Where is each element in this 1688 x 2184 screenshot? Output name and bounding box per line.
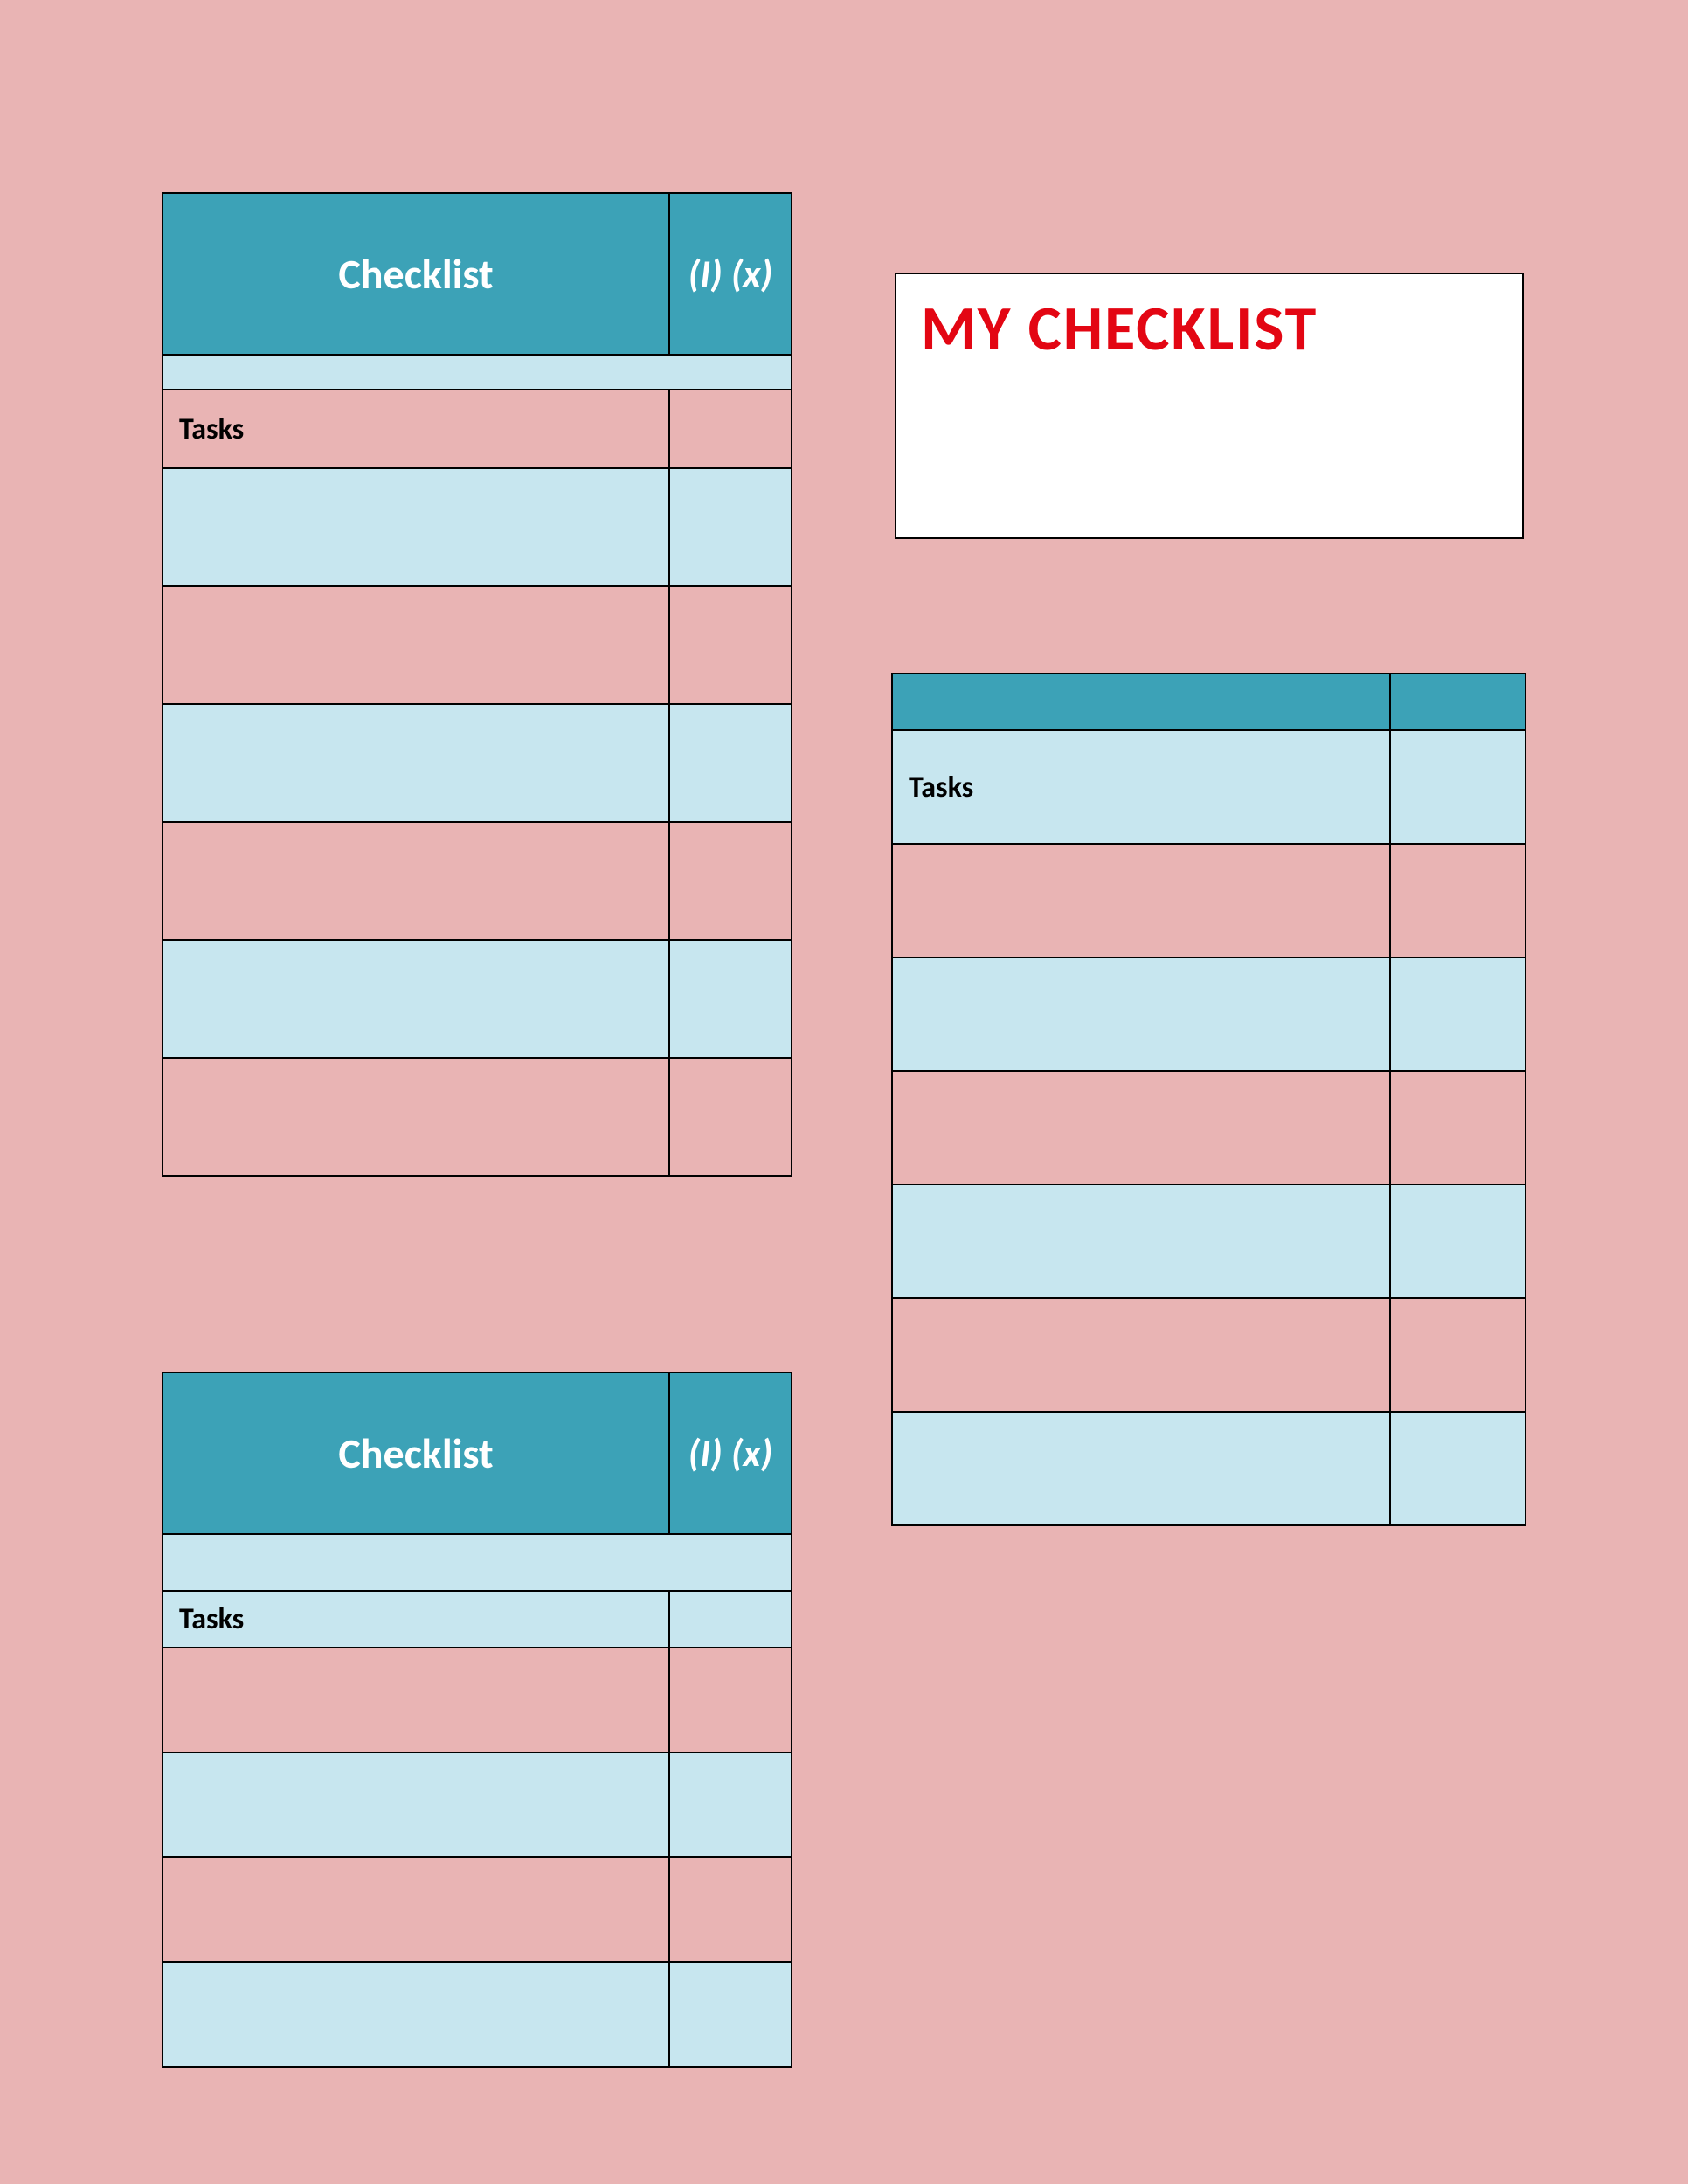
checklist-3-row-1-task[interactable] <box>892 844 1390 957</box>
checklist-3: Tasks <box>891 673 1526 1526</box>
checklist-1-row-1-check[interactable] <box>669 468 792 586</box>
checklist-3-row-3-task[interactable] <box>892 1071 1390 1185</box>
title-card-text: MY CHECKLIST <box>921 290 1318 367</box>
checklist-3-row-6-check[interactable] <box>1390 1412 1525 1525</box>
checklist-1-row-5-check[interactable] <box>669 940 792 1058</box>
checklist-1-spacer <box>163 355 792 390</box>
checklist-2-header-ix: (I) (x) <box>669 1372 792 1534</box>
checklist-2-tasks-check[interactable] <box>669 1591 792 1648</box>
checklist-3-row-2-task[interactable] <box>892 957 1390 1071</box>
checklist-1-row-5-task[interactable] <box>163 940 669 1058</box>
checklist-2: Checklist (I) (x) Tasks <box>162 1372 792 2068</box>
checklist-3-row-4-check[interactable] <box>1390 1185 1525 1298</box>
checklist-2-row-4-check[interactable] <box>669 1962 792 2067</box>
checklist-1-row-2-check[interactable] <box>669 586 792 704</box>
checklist-2-row-4-task[interactable] <box>163 1962 669 2067</box>
checklist-2-row-2-check[interactable] <box>669 1752 792 1857</box>
checklist-2-row-3-task[interactable] <box>163 1857 669 1962</box>
checklist-1-row-6-task[interactable] <box>163 1058 669 1176</box>
checklist-2-spacer <box>163 1534 792 1591</box>
checklist-3-row-3-check[interactable] <box>1390 1071 1525 1185</box>
checklist-1-row-2-task[interactable] <box>163 586 669 704</box>
checklist-2-tasks-label: Tasks <box>163 1591 669 1648</box>
checklist-2-row-2-task[interactable] <box>163 1752 669 1857</box>
checklist-1-row-4-task[interactable] <box>163 822 669 940</box>
checklist-3-row-5-check[interactable] <box>1390 1298 1525 1412</box>
checklist-2-row-3-check[interactable] <box>669 1857 792 1962</box>
checklist-3-header-main <box>892 674 1390 730</box>
checklist-3-row-6-task[interactable] <box>892 1412 1390 1525</box>
checklist-3-row-5-task[interactable] <box>892 1298 1390 1412</box>
checklist-1-tasks-check[interactable] <box>669 390 792 468</box>
checklist-1-row-4-check[interactable] <box>669 822 792 940</box>
checklist-2-row-1-task[interactable] <box>163 1648 669 1752</box>
checklist-1: Checklist (I) (x) Tasks <box>162 192 792 1177</box>
checklist-2-row-1-check[interactable] <box>669 1648 792 1752</box>
checklist-2-header-main: Checklist <box>163 1372 669 1534</box>
title-card: MY CHECKLIST <box>895 273 1524 539</box>
checklist-3-header-ix <box>1390 674 1525 730</box>
checklist-1-header-main: Checklist <box>163 193 669 355</box>
checklist-1-row-1-task[interactable] <box>163 468 669 586</box>
checklist-3-row-1-check[interactable] <box>1390 844 1525 957</box>
checklist-3-tasks-check[interactable] <box>1390 730 1525 844</box>
checklist-3-row-2-check[interactable] <box>1390 957 1525 1071</box>
checklist-3-tasks-label: Tasks <box>892 730 1390 844</box>
checklist-1-row-3-check[interactable] <box>669 704 792 822</box>
checklist-3-row-4-task[interactable] <box>892 1185 1390 1298</box>
checklist-1-header-ix: (I) (x) <box>669 193 792 355</box>
checklist-1-row-3-task[interactable] <box>163 704 669 822</box>
checklist-1-row-6-check[interactable] <box>669 1058 792 1176</box>
checklist-1-tasks-label: Tasks <box>163 390 669 468</box>
